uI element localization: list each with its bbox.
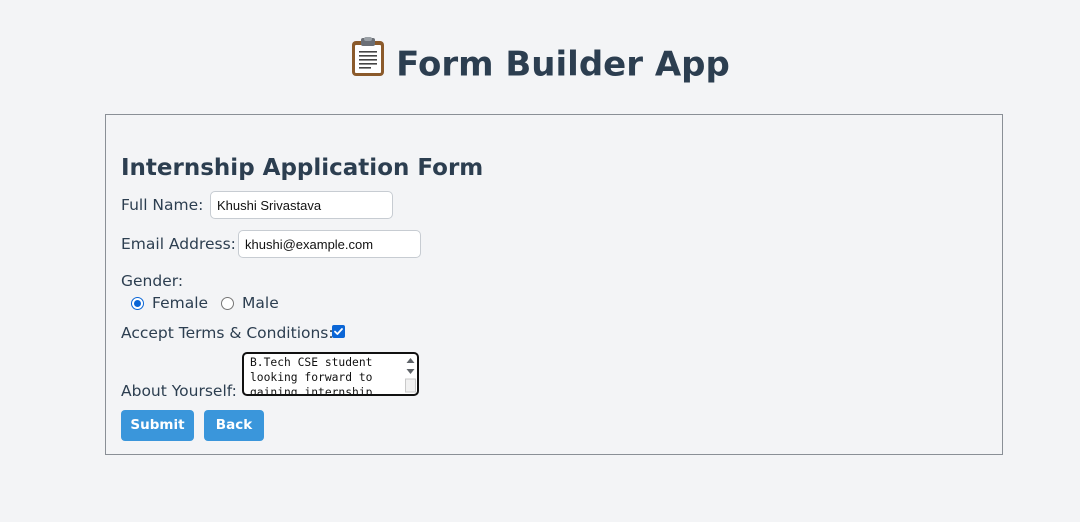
- gender-radio-group: Female Male: [131, 294, 292, 312]
- form-title: Internship Application Form: [121, 155, 484, 181]
- about-textarea[interactable]: B.Tech CSE student looking forward to ga…: [242, 352, 419, 396]
- about-textarea-value: B.Tech CSE student looking forward to ga…: [250, 356, 380, 396]
- full-name-label: Full Name:: [121, 196, 204, 214]
- terms-checkbox[interactable]: [332, 325, 345, 338]
- gender-radio-male[interactable]: [221, 296, 235, 310]
- app-title: Form Builder App: [0, 37, 1080, 92]
- submit-button[interactable]: Submit: [121, 410, 194, 441]
- email-input[interactable]: [238, 230, 421, 258]
- scroll-thumb[interactable]: [405, 378, 416, 393]
- app-title-text: Form Builder App: [396, 44, 730, 85]
- email-label: Email Address:: [121, 235, 236, 253]
- checkmark-icon: [334, 328, 343, 335]
- terms-label: Accept Terms & Conditions:: [121, 324, 334, 342]
- scroll-down-icon[interactable]: [406, 369, 415, 374]
- gender-option-female-label: Female: [152, 294, 209, 312]
- gender-option-male-label: Male: [242, 294, 279, 312]
- back-button[interactable]: Back: [204, 410, 264, 441]
- scroll-up-icon[interactable]: [406, 358, 415, 363]
- textarea-scrollbar[interactable]: [405, 355, 416, 393]
- clipboard-icon: [350, 37, 386, 89]
- form-card: Internship Application Form Full Name: E…: [105, 114, 1003, 455]
- gender-label: Gender:: [121, 272, 184, 290]
- gender-radio-female[interactable]: [131, 296, 144, 310]
- about-label: About Yourself:: [121, 382, 237, 400]
- full-name-input[interactable]: [210, 191, 393, 219]
